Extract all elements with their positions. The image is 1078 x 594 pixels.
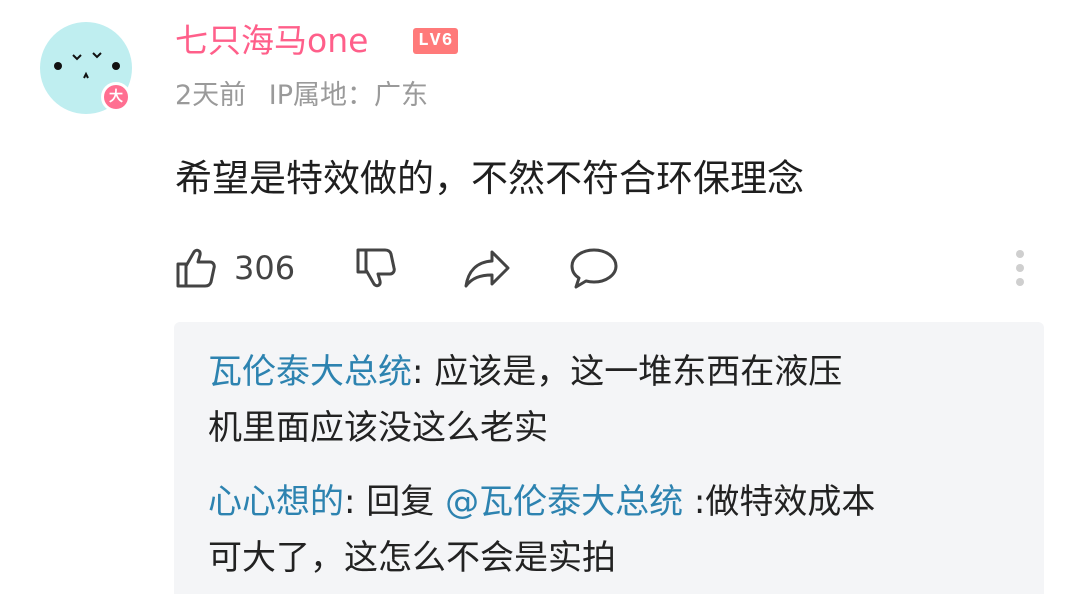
- reply-item[interactable]: 瓦伦泰大总统: 应该是，这一堆东西在液压 机里面应该没这么老实: [208, 344, 1018, 456]
- dislike-button[interactable]: [352, 238, 400, 298]
- comment-time: 2天前: [175, 80, 247, 111]
- reply-text-line1: :做特效成本: [683, 482, 876, 522]
- level-badge: LV6: [413, 28, 459, 54]
- reply-author[interactable]: 心心想的: [208, 482, 344, 522]
- share-button[interactable]: [462, 238, 514, 298]
- share-arrow-icon: [464, 250, 510, 288]
- like-button[interactable]: 306: [172, 238, 295, 298]
- reply-text-line2: 机里面应该没这么老实: [208, 408, 548, 448]
- reply-mention[interactable]: @瓦伦泰大总统: [445, 482, 683, 522]
- username[interactable]: 七只海马one: [175, 20, 368, 62]
- more-vertical-icon: [1012, 250, 1028, 286]
- reply-prefix: 回复: [366, 482, 446, 522]
- thumbs-up-icon: [176, 248, 216, 288]
- speech-bubble-icon: [570, 248, 618, 289]
- reply-text-line1: 应该是，这一堆东西在液压: [434, 352, 843, 392]
- ip-location: IP属地：广东: [268, 80, 429, 111]
- avatar-badge: 大: [101, 82, 131, 112]
- reply-item[interactable]: 心心想的: 回复 @瓦伦泰大总统 :做特效成本 可大了，这怎么不会是实拍: [208, 474, 1018, 586]
- like-count: 306: [234, 249, 296, 287]
- reply-separator: :: [344, 482, 367, 522]
- reply-button[interactable]: [568, 238, 620, 298]
- thumbs-down-icon: [356, 248, 396, 288]
- reply-text-line2: 可大了，这怎么不会是实拍: [208, 538, 616, 578]
- reply-author[interactable]: 瓦伦泰大总统: [208, 352, 412, 392]
- reply-separator: :: [412, 352, 435, 392]
- comment-text: 希望是特效做的，不然不符合环保理念: [175, 157, 804, 200]
- comment-meta: 2天前 IP属地：广东: [175, 76, 442, 116]
- more-options-button[interactable]: [1012, 246, 1028, 292]
- comment-actions: 306: [172, 238, 1032, 298]
- replies-box[interactable]: 瓦伦泰大总统: 应该是，这一堆东西在液压 机里面应该没这么老实 心心想的: 回复…: [174, 322, 1044, 594]
- comment-card: 大 七只海马one LV6 2天前 IP属地：广东 希望是特效做的，不然不符合环…: [0, 0, 1078, 594]
